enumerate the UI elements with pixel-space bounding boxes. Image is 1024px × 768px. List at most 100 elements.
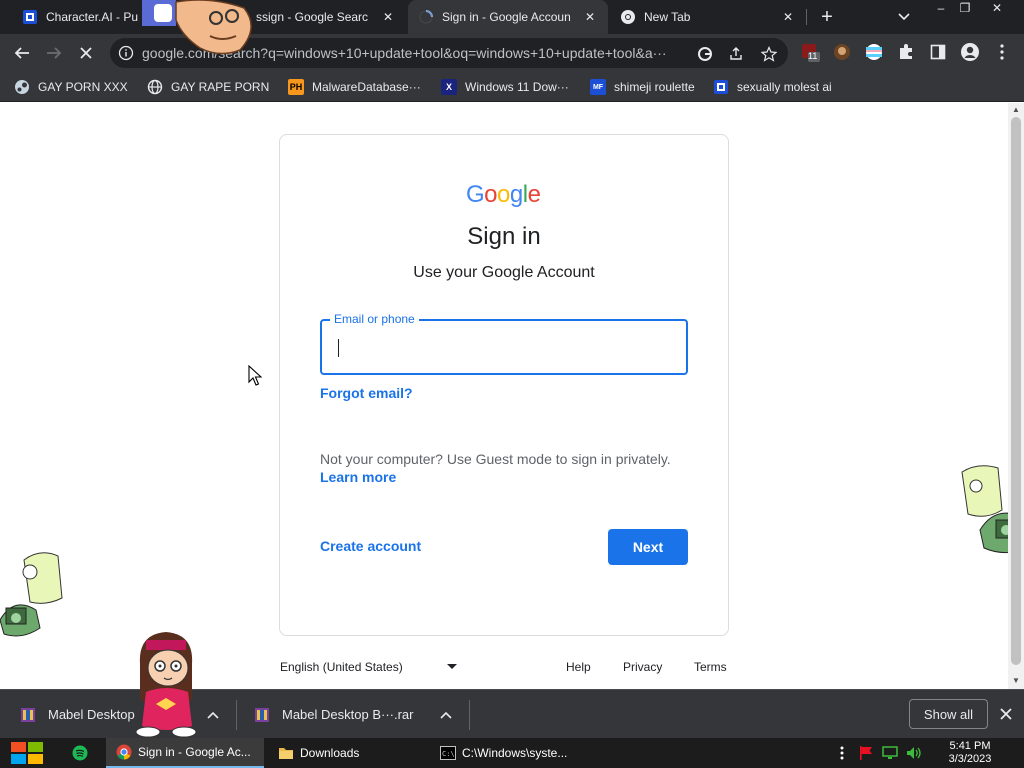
x-icon: X xyxy=(441,79,457,95)
spotify-icon[interactable] xyxy=(72,745,88,761)
email-field[interactable] xyxy=(320,319,688,375)
bookmark-item[interactable]: sexually molest ai xyxy=(713,77,832,97)
page-content: Google Sign in Use your Google Account E… xyxy=(0,103,1008,689)
action-center-flag-icon[interactable] xyxy=(858,745,874,761)
bookmark-item[interactable]: PH MalwareDatabase··· xyxy=(288,77,421,97)
shelf-divider xyxy=(236,700,237,730)
extension-ublock-icon[interactable]: 11 xyxy=(800,42,820,62)
mouse-pointer-icon xyxy=(248,365,262,386)
cmd-icon: C:\ xyxy=(440,745,456,761)
chrome-icon xyxy=(116,744,132,760)
email-input[interactable] xyxy=(336,333,676,361)
bookmark-label: MalwareDatabase··· xyxy=(312,80,421,94)
next-button[interactable]: Next xyxy=(608,529,688,565)
logo-letter: e xyxy=(527,181,541,208)
scroll-thumb[interactable] xyxy=(1011,117,1021,665)
privacy-link[interactable]: Privacy xyxy=(623,660,662,674)
logo-letter: o xyxy=(497,181,510,208)
task-label: Sign in - Google Ac... xyxy=(138,745,251,759)
system-clock[interactable]: 5:41 PM 3/3/2023 xyxy=(930,740,1010,766)
profile-avatar-icon[interactable] xyxy=(960,42,980,62)
extension-badge: 11 xyxy=(808,51,818,61)
tab-google-signin[interactable]: Sign in - Google Accoun ✕ xyxy=(408,0,608,34)
window-close-button[interactable]: ✕ xyxy=(984,1,1010,15)
extensions-puzzle-icon[interactable] xyxy=(896,42,916,62)
volume-icon[interactable] xyxy=(906,745,922,761)
info-icon[interactable] xyxy=(118,45,134,61)
loading-spinner-icon xyxy=(418,9,434,25)
help-link[interactable]: Help xyxy=(566,660,591,674)
close-icon[interactable]: ✕ xyxy=(780,9,796,25)
tab-character-ai[interactable]: Character.AI - Pu xyxy=(12,0,152,34)
forgot-email-link[interactable]: Forgot email? xyxy=(320,385,413,401)
windows-taskbar: Sign in - Google Ac... Downloads C:\ C:\… xyxy=(0,738,1024,768)
page-scrollbar[interactable]: ▲ ▼ xyxy=(1008,103,1024,689)
close-icon[interactable]: ✕ xyxy=(582,9,598,25)
google-lens-icon[interactable] xyxy=(696,45,714,63)
menu-kebab-icon[interactable] xyxy=(992,42,1012,62)
shelf-divider xyxy=(469,700,470,730)
bookmark-item[interactable]: MF shimeji roulette xyxy=(590,77,695,97)
bookmark-item[interactable]: X Windows 11 Dow··· xyxy=(441,77,569,97)
download-filename: Mabel Desktop xyxy=(48,707,135,722)
clock-date: 3/3/2023 xyxy=(948,753,992,765)
bookmark-label: GAY RAPE PORN xyxy=(171,80,270,94)
terms-link[interactable]: Terms xyxy=(694,660,727,674)
bookmark-label: GAY PORN XXX xyxy=(38,80,128,94)
language-select[interactable]: English (United States) xyxy=(280,660,460,676)
taskbar-item-explorer[interactable]: Downloads xyxy=(268,738,426,768)
close-icon[interactable] xyxy=(998,706,1014,722)
signin-card: Google Sign in Use your Google Account E… xyxy=(279,134,729,636)
bookmark-label: shimeji roulette xyxy=(614,80,695,94)
peridot-shimeji-left[interactable] xyxy=(0,550,66,638)
side-panel-icon[interactable] xyxy=(928,42,948,62)
tab-title: Character.AI - Pu xyxy=(46,10,139,24)
extension-flag-icon[interactable] xyxy=(864,42,884,62)
peridot-shimeji-right[interactable] xyxy=(958,464,1008,554)
stop-loading-icon[interactable] xyxy=(74,41,98,65)
bookmark-star-icon[interactable] xyxy=(760,45,778,63)
logo-letter: G xyxy=(466,181,485,208)
mabel-shimeji[interactable] xyxy=(126,630,206,740)
windows-start-icon[interactable] xyxy=(10,741,44,765)
close-icon[interactable]: ✕ xyxy=(380,9,396,25)
chevron-down-icon[interactable] xyxy=(894,7,914,27)
tab-title: Sign in - Google Accoun xyxy=(442,10,571,24)
hank-hill-shimeji[interactable] xyxy=(140,0,260,56)
create-account-button[interactable]: Create account xyxy=(320,538,421,554)
scroll-up-icon[interactable]: ▲ xyxy=(1012,106,1020,114)
share-icon[interactable] xyxy=(727,45,745,63)
chevron-up-icon[interactable] xyxy=(206,708,220,722)
tab-title: New Tab xyxy=(644,10,691,24)
page-title: Sign in xyxy=(467,223,541,250)
minimize-button[interactable]: – xyxy=(928,1,954,15)
download-filename: Mabel Desktop B···.rar xyxy=(282,707,414,722)
folder-icon xyxy=(278,745,294,761)
network-icon[interactable] xyxy=(882,745,898,761)
language-value: English (United States) xyxy=(280,660,403,674)
tab-new-tab[interactable]: New Tab ✕ xyxy=(610,0,806,34)
bookmark-item[interactable]: GAY PORN XXX xyxy=(14,77,128,97)
restore-button[interactable]: ❐ xyxy=(952,1,978,15)
forward-arrow-icon[interactable] xyxy=(42,41,66,65)
back-arrow-icon[interactable] xyxy=(10,41,34,65)
new-tab-button[interactable]: + xyxy=(816,6,838,28)
learn-more-link[interactable]: Learn more xyxy=(320,469,396,485)
character-ai-icon xyxy=(713,79,729,95)
bookmark-item[interactable]: GAY RAPE PORN xyxy=(147,77,269,97)
task-label: C:\Windows\syste... xyxy=(462,746,568,760)
task-label: Downloads xyxy=(300,746,360,760)
chevron-up-icon[interactable] xyxy=(439,708,453,722)
taskbar-item-chrome[interactable]: Sign in - Google Ac... xyxy=(106,738,264,768)
download-item[interactable]: Mabel Desktop B···.rar xyxy=(254,690,424,739)
winrar-icon xyxy=(20,707,36,723)
guest-mode-text: Not your computer? Use Guest mode to sig… xyxy=(320,451,671,467)
globe-icon xyxy=(147,79,163,95)
dropdown-arrow-icon xyxy=(447,664,457,669)
overflow-dots-icon[interactable] xyxy=(834,745,850,761)
scroll-down-icon[interactable]: ▼ xyxy=(1012,677,1020,685)
extension-avatar-icon[interactable] xyxy=(832,42,852,62)
taskbar-item-cmd[interactable]: C:\ C:\Windows\syste... xyxy=(430,738,588,768)
show-all-button[interactable]: Show all xyxy=(909,699,988,729)
bookmark-label: sexually molest ai xyxy=(737,80,832,94)
